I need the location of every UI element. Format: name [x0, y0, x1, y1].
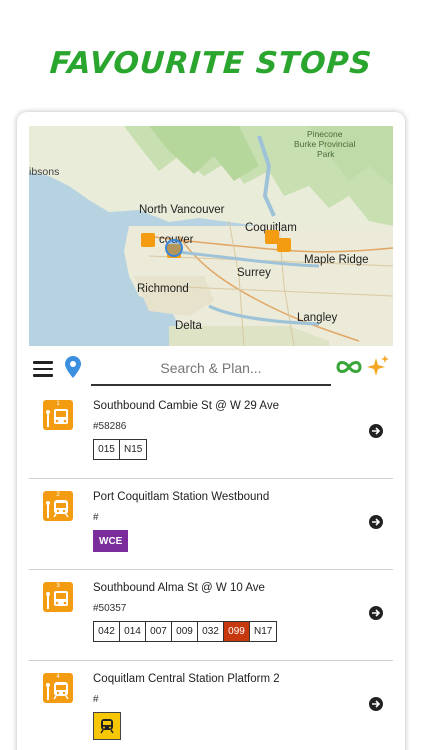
stop-code: #50357: [93, 603, 127, 614]
route-badge[interactable]: 007: [145, 621, 172, 642]
map-label-gibsons: ibsons: [29, 166, 60, 178]
map-stop-marker[interactable]: [141, 233, 155, 247]
bus-stop-icon: 1: [43, 400, 73, 430]
route-list: 015 N15: [93, 439, 148, 460]
location-pin-icon[interactable]: [65, 356, 81, 378]
stop-list-item[interactable]: 3 Southbound Alma St @ W 10 Ave #50357 0…: [29, 570, 393, 661]
route-badge-wce[interactable]: WCE: [93, 530, 129, 552]
search-input[interactable]: [91, 352, 331, 386]
stop-list-item[interactable]: 4 Coquitlam Central Station Platform 2 #: [29, 661, 393, 750]
open-stop-arrow-icon[interactable]: [369, 697, 383, 711]
route-badge[interactable]: 014: [119, 621, 146, 642]
map-label-surrey: Surrey: [237, 267, 271, 279]
open-stop-arrow-icon[interactable]: [369, 515, 383, 529]
open-stop-arrow-icon[interactable]: [369, 606, 383, 620]
app-card: Pinecone Burke Provincial Park ibsons No…: [17, 112, 405, 750]
map-label-north-vancouver: North Vancouver: [139, 204, 225, 216]
infinity-icon[interactable]: [335, 358, 363, 376]
route-list: WCE: [93, 530, 129, 552]
train-station-icon: 2: [43, 491, 73, 521]
route-badge[interactable]: 015: [93, 439, 120, 460]
route-badge[interactable]: N15: [119, 439, 148, 460]
stop-title: Port Coquitlam Station Westbound: [93, 491, 270, 503]
map-view[interactable]: Pinecone Burke Provincial Park ibsons No…: [29, 126, 393, 346]
map-label-maple-ridge: Maple Ridge: [304, 254, 369, 266]
route-badge[interactable]: 032: [197, 621, 224, 642]
map-label-park: Park: [317, 149, 335, 159]
map-label-richmond: Richmond: [137, 283, 189, 295]
route-badge[interactable]: N17: [249, 621, 278, 642]
map-label-delta: Delta: [175, 320, 202, 332]
stop-code: #58286: [93, 421, 127, 432]
app-screen: FAVOURITE STOPS Pinecone Burke Provincia…: [0, 0, 422, 750]
map-label-burke: Burke Provincial: [294, 139, 356, 149]
stop-code: #: [93, 694, 99, 705]
stop-code: #: [93, 512, 99, 523]
map-terrain: [29, 126, 393, 346]
skytrain-badge-icon[interactable]: [93, 712, 121, 740]
route-badge-highlighted[interactable]: 099: [223, 621, 250, 642]
map-label-langley: Langley: [297, 312, 338, 324]
map-label-pinecone: Pinecone: [307, 129, 343, 139]
map-stop-marker[interactable]: [277, 238, 291, 252]
promo-headline: FAVOURITE STOPS: [48, 46, 374, 81]
stop-title: Coquitlam Central Station Platform 2: [93, 673, 280, 685]
route-list: [93, 712, 121, 740]
sparkle-icon[interactable]: [366, 354, 390, 378]
route-list: 042 014 007 009 032 099 N17: [93, 621, 278, 642]
open-stop-arrow-icon[interactable]: [369, 424, 383, 438]
route-badge[interactable]: 009: [171, 621, 198, 642]
route-badge[interactable]: 042: [93, 621, 120, 642]
search-toolbar: [29, 352, 393, 386]
bus-stop-icon: 3: [43, 582, 73, 612]
stop-list-item[interactable]: 2 Port Coquitlam Station Westbound # WCE: [29, 479, 393, 570]
stop-title: Southbound Alma St @ W 10 Ave: [93, 582, 265, 594]
current-location-marker: [165, 239, 183, 257]
hamburger-menu-icon[interactable]: [33, 361, 53, 377]
train-station-icon: 4: [43, 673, 73, 703]
favourite-stops-list: 1 Southbound Cambie St @ W 29 Ave #58286…: [29, 388, 393, 750]
stop-title: Southbound Cambie St @ W 29 Ave: [93, 400, 279, 412]
stop-list-item[interactable]: 1 Southbound Cambie St @ W 29 Ave #58286…: [29, 388, 393, 479]
